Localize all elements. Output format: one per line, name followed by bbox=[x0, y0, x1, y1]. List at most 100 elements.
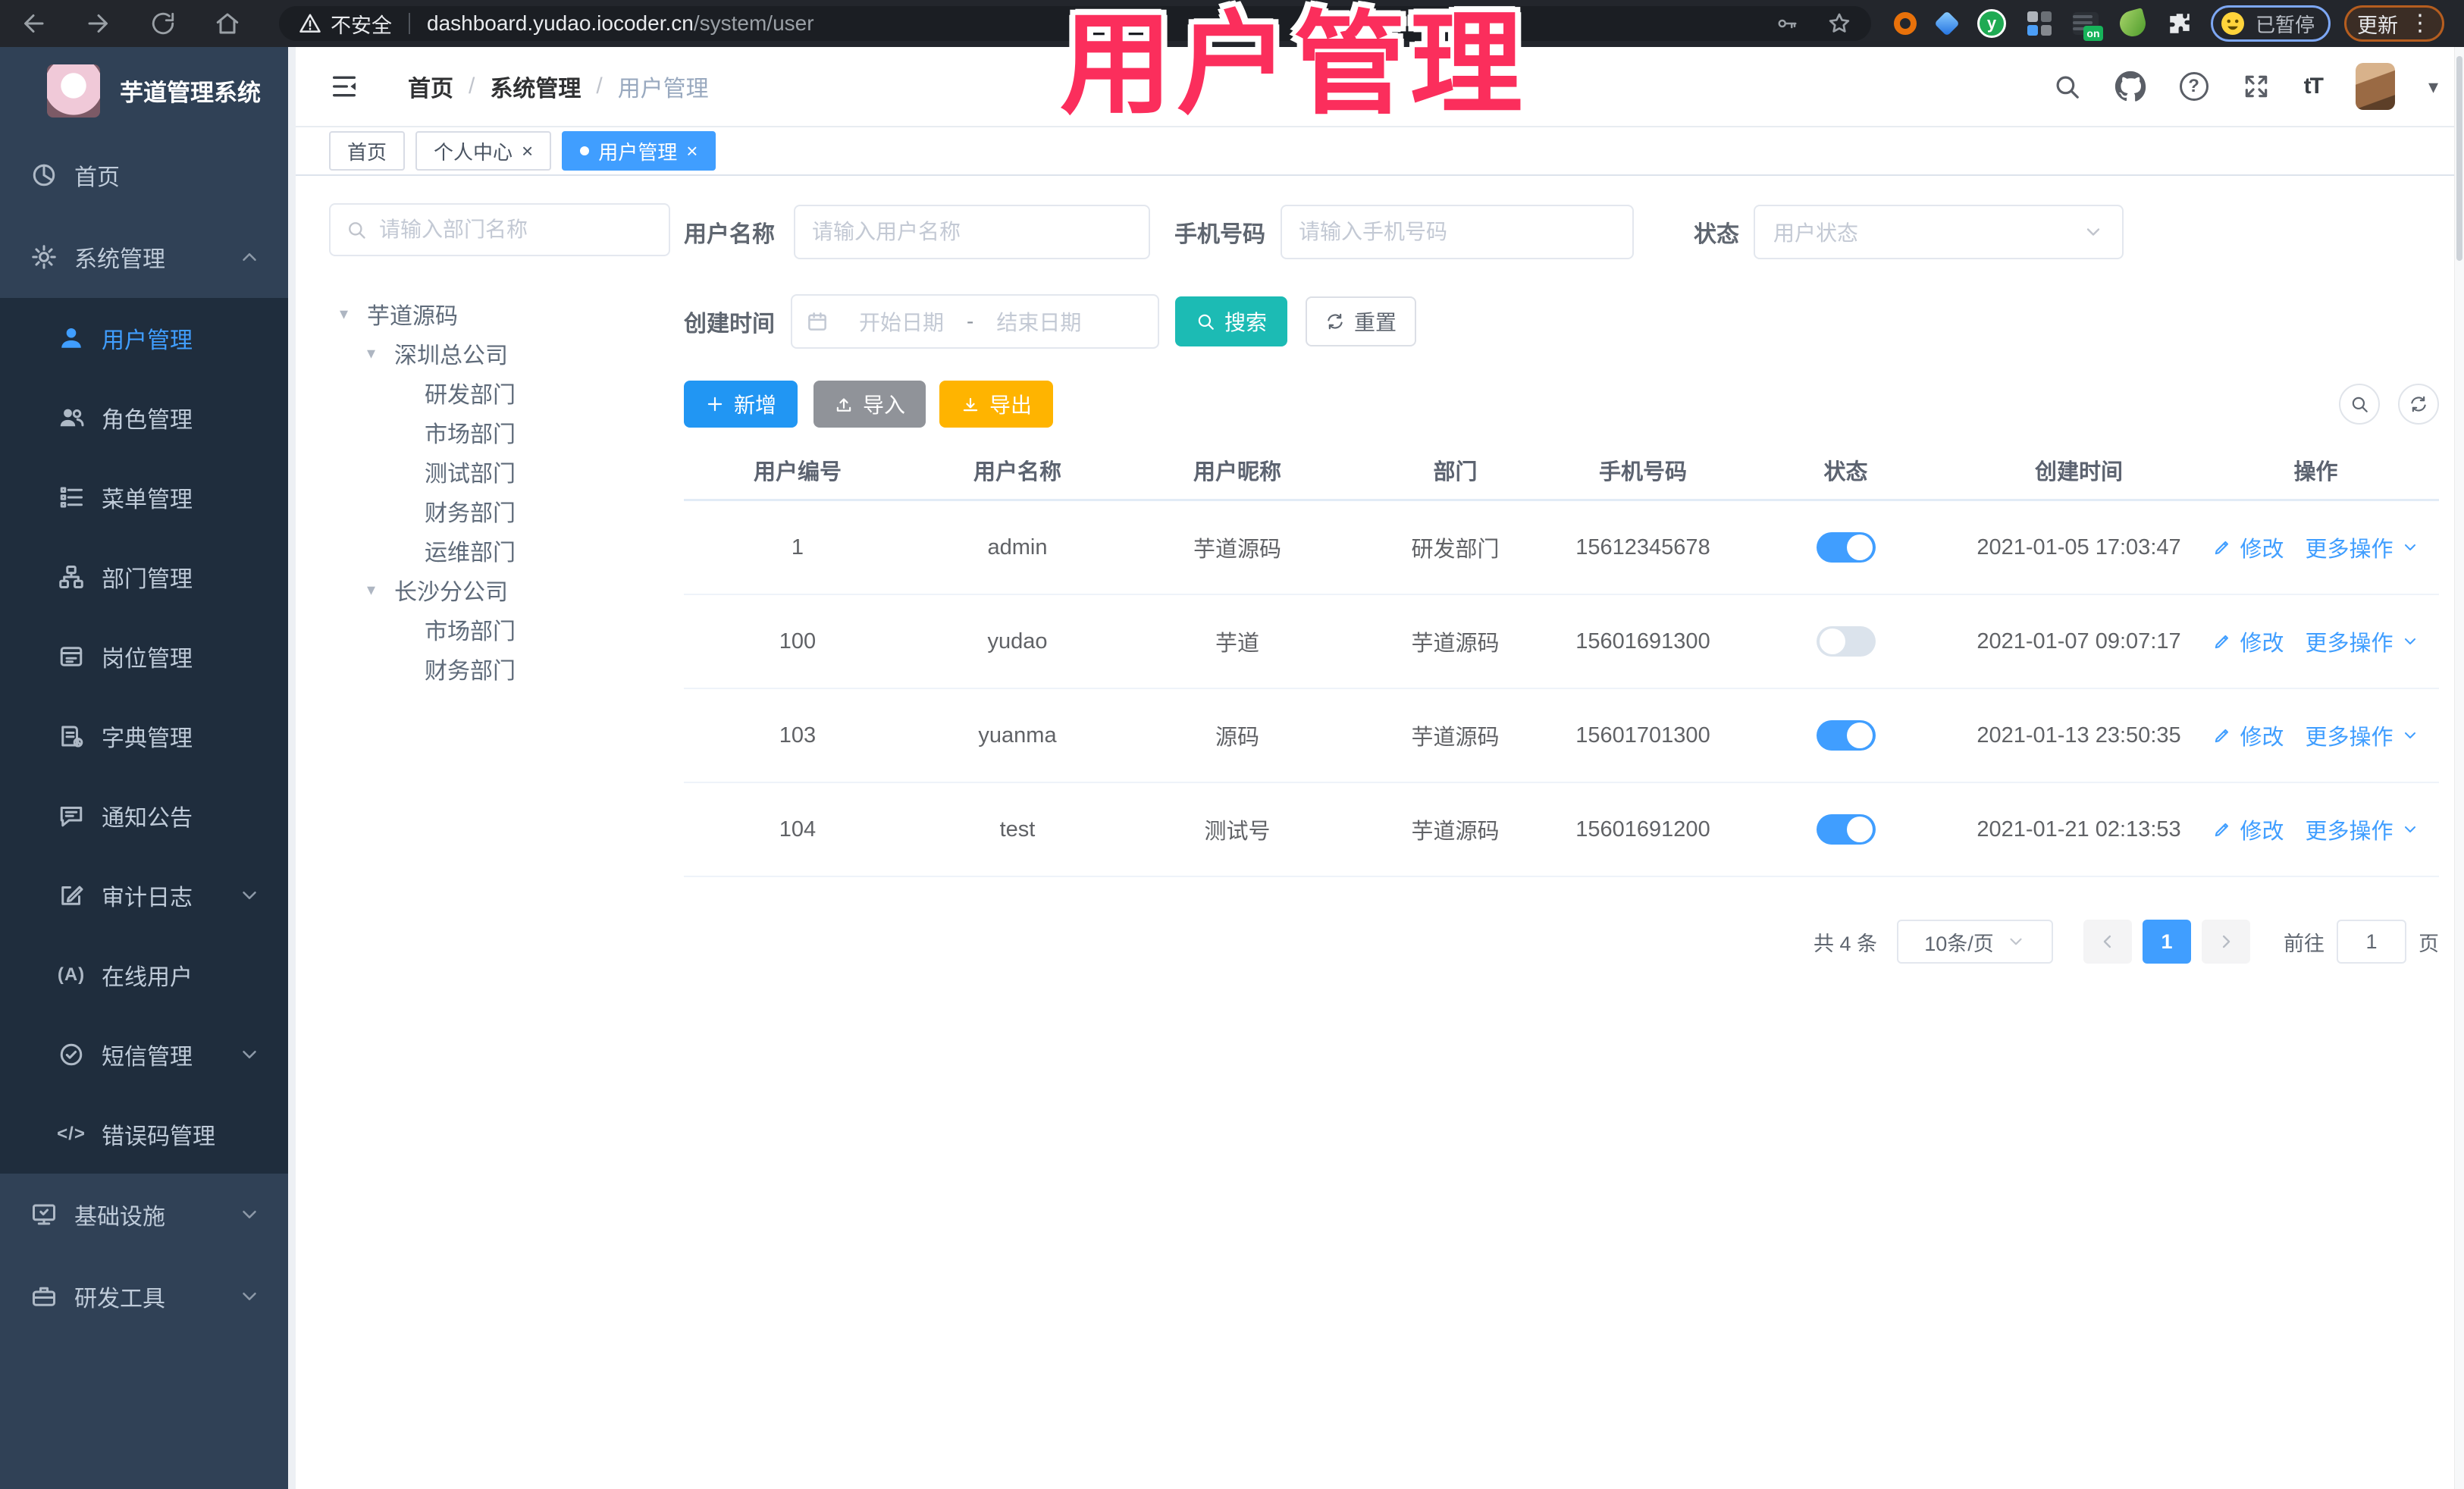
tree-node[interactable]: 运维部门 bbox=[329, 531, 674, 570]
status-toggle[interactable] bbox=[1816, 532, 1876, 563]
extension-green-icon[interactable]: y bbox=[1977, 9, 2006, 38]
fullscreen-icon[interactable] bbox=[2242, 72, 2271, 101]
sidebar-item-system[interactable]: 系统管理 bbox=[0, 216, 288, 298]
more-actions-link[interactable]: 更多操作 bbox=[2306, 531, 2393, 563]
sidebar-item-sms-mgmt[interactable]: 短信管理 bbox=[0, 1014, 288, 1094]
sidebar-item-online-users[interactable]: (A) 在线用户 bbox=[0, 935, 288, 1014]
sidebar-item-label: 用户管理 bbox=[102, 328, 193, 353]
extensions-puzzle-icon[interactable] bbox=[2167, 11, 2193, 36]
avatar-caret-icon[interactable]: ▾ bbox=[2428, 75, 2438, 99]
browser-menu-dots-icon[interactable]: ⋮ bbox=[2409, 12, 2431, 35]
date-range-picker[interactable]: 开始日期 - 结束日期 bbox=[791, 294, 1159, 349]
cell-user-id: 104 bbox=[779, 817, 817, 842]
prev-page-button[interactable] bbox=[2083, 920, 2132, 964]
close-icon[interactable]: × bbox=[686, 141, 698, 161]
tab-home[interactable]: 首页 bbox=[329, 131, 406, 171]
tree-node[interactable]: ▾ 芋道源码 bbox=[329, 294, 674, 334]
tree-node[interactable]: 财务部门 bbox=[329, 491, 674, 531]
modify-link[interactable]: 修改 bbox=[2240, 625, 2284, 657]
window-scrollbar[interactable] bbox=[2454, 47, 2464, 1489]
tree-caret-icon[interactable]: ▾ bbox=[367, 580, 394, 600]
chevron-down-icon[interactable] bbox=[2401, 820, 2419, 839]
extension-leaf-icon[interactable] bbox=[2117, 8, 2149, 39]
tree-node[interactable]: 市场部门 bbox=[329, 610, 674, 649]
sidebar-collapse-icon[interactable] bbox=[329, 71, 359, 102]
more-actions-link[interactable]: 更多操作 bbox=[2306, 625, 2393, 657]
sidebar-item-infrastructure[interactable]: 基础设施 bbox=[0, 1174, 288, 1255]
browser-profile-chip[interactable]: 已暂停 bbox=[2210, 5, 2331, 42]
scrollbar-thumb[interactable] bbox=[2456, 56, 2462, 261]
sidebar-item-post-mgmt[interactable]: 岗位管理 bbox=[0, 616, 288, 696]
col-mobile: 手机号码 bbox=[1598, 460, 1687, 484]
more-actions-link[interactable]: 更多操作 bbox=[2306, 719, 2393, 751]
sidebar-item-role-mgmt[interactable]: 角色管理 bbox=[0, 378, 288, 457]
dept-search-box[interactable] bbox=[329, 203, 670, 256]
tree-node[interactable]: ▾ 深圳总公司 bbox=[329, 334, 674, 373]
tree-node[interactable]: ▾ 长沙分公司 bbox=[329, 570, 674, 610]
search-button[interactable]: 搜索 bbox=[1175, 296, 1287, 346]
sidebar-item-dict-mgmt[interactable]: 字典管理 bbox=[0, 696, 288, 776]
user-avatar[interactable] bbox=[2355, 63, 2395, 110]
import-button[interactable]: 导入 bbox=[813, 381, 926, 428]
reset-button[interactable]: 重置 bbox=[1306, 296, 1416, 346]
sidebar-item-dept-mgmt[interactable]: 部门管理 bbox=[0, 537, 288, 616]
dept-search-input[interactable] bbox=[378, 217, 669, 243]
extension-gem-icon[interactable] bbox=[1934, 11, 1960, 36]
chevron-down-icon[interactable] bbox=[2401, 632, 2419, 650]
goto-page-input[interactable] bbox=[2337, 920, 2406, 964]
sidebar-item-user-mgmt[interactable]: 用户管理 bbox=[0, 298, 288, 378]
sidebar-item-menu-mgmt[interactable]: 菜单管理 bbox=[0, 457, 288, 537]
mobile-input[interactable] bbox=[1281, 205, 1634, 259]
page-size-select[interactable]: 10条/页 bbox=[1897, 920, 2053, 964]
tree-node[interactable]: 研发部门 bbox=[329, 373, 674, 412]
export-button[interactable]: 导出 bbox=[939, 381, 1053, 428]
chevron-down-icon[interactable] bbox=[2401, 726, 2419, 744]
tree-caret-icon[interactable]: ▾ bbox=[340, 304, 367, 324]
bookmark-star-icon[interactable] bbox=[1827, 11, 1851, 36]
extension-grid-icon[interactable] bbox=[2027, 11, 2052, 36]
current-page-button[interactable]: 1 bbox=[2143, 920, 2191, 964]
sidebar-item-dev-tools[interactable]: 研发工具 bbox=[0, 1255, 288, 1337]
sidebar-item-errcode-mgmt[interactable]: </> 错误码管理 bbox=[0, 1094, 288, 1174]
toggle-search-button[interactable] bbox=[2339, 384, 2380, 425]
sidebar-logo-row[interactable]: 芋道管理系统 bbox=[0, 47, 288, 134]
modify-link[interactable]: 修改 bbox=[2240, 719, 2284, 751]
font-size-icon[interactable]: tT bbox=[2304, 74, 2324, 99]
browser-back-icon[interactable] bbox=[20, 10, 47, 37]
url-text: dashboard.yudao.iocoder.cn/system/user bbox=[427, 11, 814, 36]
sidebar-item-audit-log[interactable]: 审计日志 bbox=[0, 855, 288, 935]
extension-orange-icon[interactable] bbox=[1893, 12, 1917, 35]
help-icon[interactable]: ? bbox=[2179, 72, 2209, 101]
browser-reload-icon[interactable] bbox=[150, 11, 176, 36]
breadcrumb-home[interactable]: 首页 bbox=[408, 70, 453, 103]
status-toggle[interactable] bbox=[1816, 814, 1876, 845]
username-input[interactable] bbox=[794, 205, 1150, 259]
tab-profile[interactable]: 个人中心 × bbox=[415, 131, 552, 171]
status-select[interactable]: 用户状态 bbox=[1754, 205, 2124, 259]
modify-link[interactable]: 修改 bbox=[2240, 531, 2284, 563]
browser-home-icon[interactable] bbox=[214, 10, 241, 37]
tree-caret-icon[interactable]: ▾ bbox=[367, 343, 394, 363]
github-icon[interactable] bbox=[2114, 71, 2146, 102]
password-key-icon[interactable] bbox=[1776, 12, 1798, 35]
next-page-button[interactable] bbox=[2202, 920, 2250, 964]
tree-node[interactable]: 测试部门 bbox=[329, 452, 674, 491]
sidebar-item-home[interactable]: 首页 bbox=[0, 134, 288, 216]
tree-node[interactable]: 财务部门 bbox=[329, 649, 674, 688]
search-icon[interactable] bbox=[2052, 72, 2081, 101]
browser-forward-icon[interactable] bbox=[85, 10, 112, 37]
modify-link[interactable]: 修改 bbox=[2240, 813, 2284, 845]
browser-update-button[interactable]: 更新 ⋮ bbox=[2344, 5, 2444, 42]
chevron-down-icon[interactable] bbox=[2401, 538, 2419, 556]
status-toggle[interactable] bbox=[1816, 626, 1876, 657]
extension-on-switch-icon[interactable]: on bbox=[2072, 12, 2103, 41]
tree-node[interactable]: 市场部门 bbox=[329, 412, 674, 452]
breadcrumb-system[interactable]: 系统管理 bbox=[490, 70, 581, 103]
refresh-table-button[interactable] bbox=[2398, 384, 2439, 425]
close-icon[interactable]: × bbox=[522, 141, 533, 161]
status-toggle[interactable] bbox=[1816, 720, 1876, 751]
sidebar-item-notice[interactable]: 通知公告 bbox=[0, 776, 288, 855]
add-button[interactable]: 新增 bbox=[684, 381, 798, 428]
tab-user-mgmt[interactable]: 用户管理 × bbox=[562, 131, 716, 171]
more-actions-link[interactable]: 更多操作 bbox=[2306, 813, 2393, 845]
